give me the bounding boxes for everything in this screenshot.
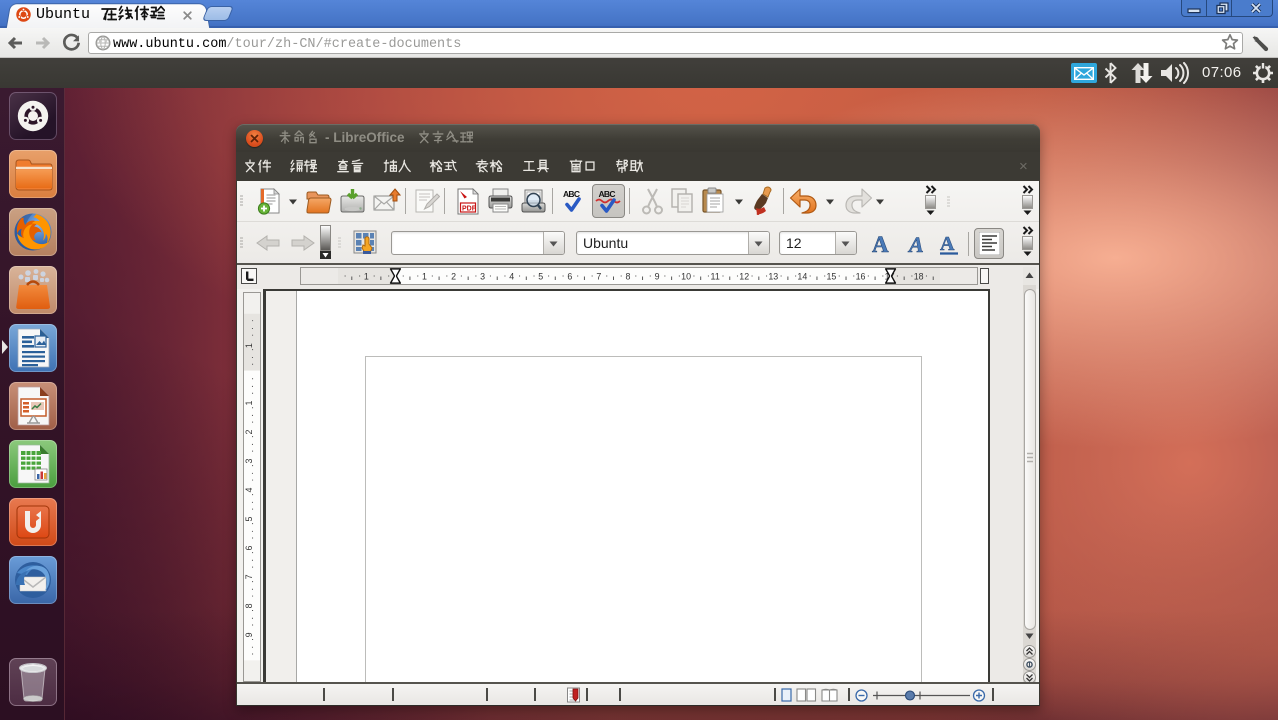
svg-text:7: 7: [244, 574, 254, 579]
svg-text:11: 11: [711, 272, 720, 282]
svg-text:4: 4: [509, 272, 514, 282]
svg-text:1: 1: [364, 272, 369, 282]
svg-text:3: 3: [244, 459, 254, 464]
svg-text:9: 9: [655, 272, 660, 282]
svg-text:1: 1: [244, 401, 254, 406]
svg-text:5: 5: [244, 516, 254, 521]
svg-text:A: A: [907, 232, 924, 256]
svg-text:ABC: ABC: [599, 189, 616, 199]
svg-text:10: 10: [681, 272, 691, 282]
svg-text:6: 6: [567, 272, 572, 282]
svg-text:PDF: PDF: [462, 206, 477, 213]
svg-text:5: 5: [538, 272, 543, 282]
svg-text:14: 14: [797, 272, 807, 282]
svg-text:1: 1: [422, 272, 427, 282]
svg-text:8: 8: [626, 272, 631, 282]
svg-text:2: 2: [451, 272, 456, 282]
svg-text:13: 13: [768, 272, 778, 282]
svg-text:1: 1: [244, 343, 254, 348]
svg-text:A: A: [940, 233, 955, 255]
svg-text:16: 16: [856, 272, 866, 282]
svg-text:8: 8: [244, 603, 254, 608]
svg-text:ABC: ABC: [563, 189, 580, 199]
svg-text:2: 2: [244, 430, 254, 435]
svg-text:3: 3: [480, 272, 485, 282]
svg-text:4: 4: [244, 487, 254, 492]
svg-text:18: 18: [914, 272, 924, 282]
svg-text:9: 9: [244, 632, 254, 637]
svg-text:6: 6: [244, 545, 254, 550]
svg-text:12: 12: [739, 272, 749, 282]
svg-text:7: 7: [596, 272, 601, 282]
svg-text:A: A: [872, 232, 889, 256]
svg-text:15: 15: [827, 272, 837, 282]
